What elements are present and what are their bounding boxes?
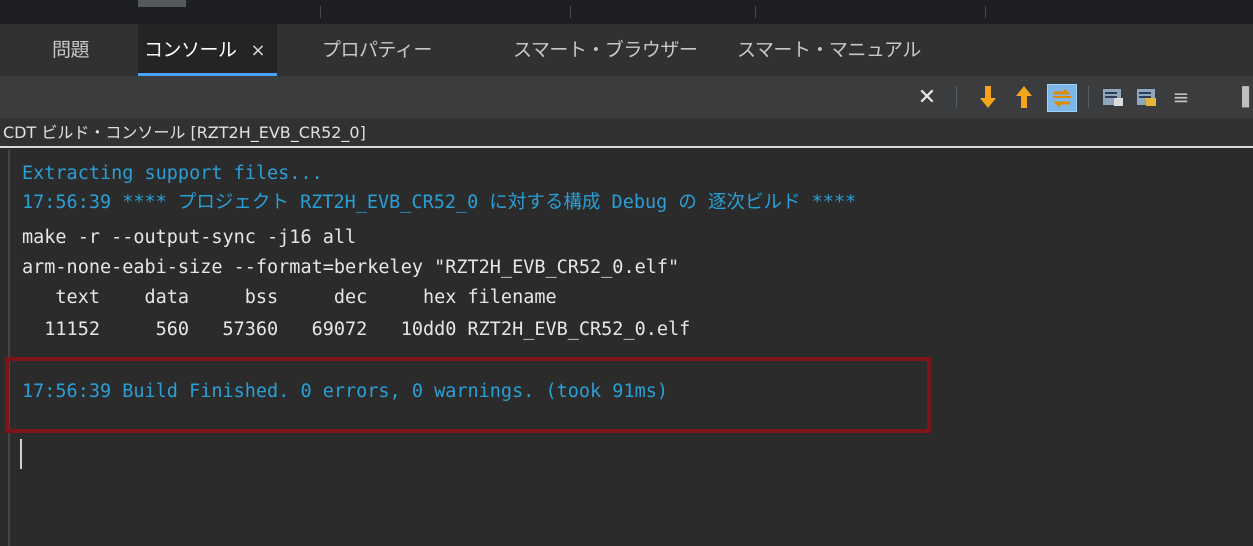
console-line: text data bss dec hex filename — [22, 287, 557, 308]
top-strip-divider — [755, 6, 756, 18]
console-line: make -r --output-sync -j16 all — [22, 227, 357, 248]
tab-label: プロパティー — [322, 39, 432, 61]
word-wrap-icon[interactable]: ≡ — [1168, 84, 1194, 110]
console-line: 17:56:39 **** プロジェクト RZT2H_EVB_CR52_0 に対… — [22, 192, 857, 213]
tab-smart-manual[interactable]: スマート・マニュアル — [737, 24, 921, 76]
console-title: CDT ビルド・コンソール [RZT2H_EVB_CR52_0] — [0, 118, 1253, 148]
console-line: Extracting support files... — [22, 163, 323, 184]
window-top-strip — [0, 0, 1253, 24]
toolbar-separator — [1088, 86, 1089, 108]
tab-label: スマート・マニュアル — [737, 39, 921, 61]
view-tab-bar: 問題 コンソール × プロパティー スマート・ブラウザー スマート・マニュアル — [0, 24, 1253, 76]
scroll-up-arrow-icon[interactable] — [1011, 84, 1037, 110]
tab-problems[interactable]: 問題 — [52, 24, 90, 76]
link-toggle-icon[interactable] — [1047, 84, 1077, 112]
tab-label: スマート・ブラウザー — [513, 39, 698, 61]
overflow-icon[interactable]: ▐ — [1232, 84, 1252, 110]
close-icon[interactable]: ✕ — [914, 84, 940, 110]
top-strip-divider — [985, 6, 986, 18]
highlight-box — [5, 357, 931, 433]
console-line: 11152 560 57360 69072 10dd0 RZT2H_EVB_CR… — [22, 319, 691, 340]
top-strip-divider — [320, 6, 321, 18]
toolbar-separator — [956, 86, 957, 108]
console-output[interactable]: Extracting support files... 17:56:39 ***… — [8, 150, 1253, 546]
close-icon[interactable]: × — [251, 40, 266, 61]
console-line: arm-none-eabi-size --format=berkeley "RZ… — [22, 257, 680, 278]
scroll-down-arrow-icon[interactable] — [975, 84, 1001, 110]
tab-label: コンソール — [144, 39, 237, 61]
console-menu-icon[interactable] — [1100, 84, 1126, 110]
tab-properties[interactable]: プロパティー — [322, 24, 432, 76]
tab-label: 問題 — [52, 39, 90, 61]
top-strip-highlight — [138, 0, 186, 7]
tab-smart-browser[interactable]: スマート・ブラウザー — [513, 24, 698, 76]
text-caret — [20, 439, 22, 469]
pin-console-icon[interactable] — [1134, 84, 1160, 110]
top-strip-divider — [570, 6, 571, 18]
tab-console[interactable]: コンソール × — [138, 24, 278, 76]
console-toolbar: ✕ ≡ ▐ — [0, 76, 1253, 118]
